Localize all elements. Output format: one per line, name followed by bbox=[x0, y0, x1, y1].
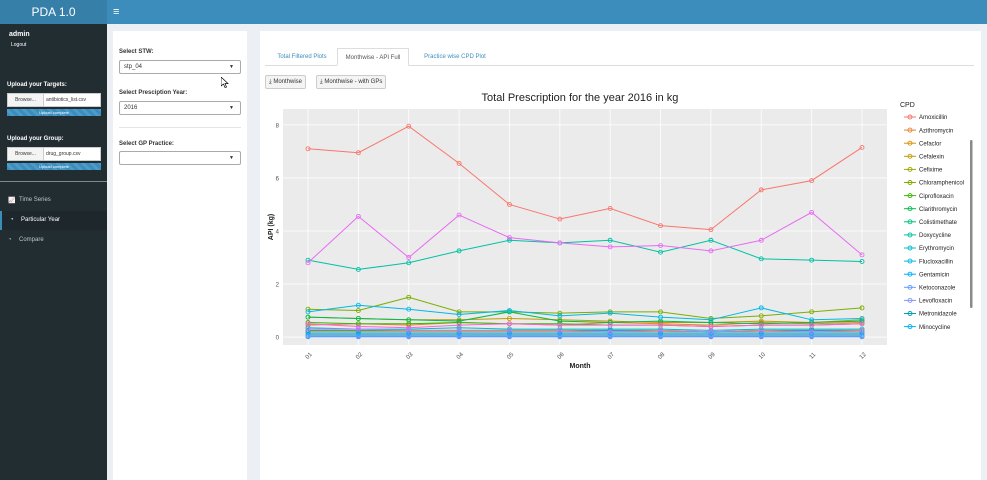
year-label: Select Presciption Year: bbox=[119, 90, 188, 96]
x-tick-label: 11 bbox=[809, 352, 818, 361]
tab-total-filtered-plots[interactable]: Total Filtered Plots bbox=[267, 48, 337, 66]
stw-value: stp_04 bbox=[124, 64, 143, 70]
download-monthwise-gps-label: Monthwise - with GPs bbox=[324, 79, 383, 85]
practice-select[interactable]: ▼ bbox=[119, 151, 241, 165]
y-tick-label: 2 bbox=[276, 283, 280, 289]
y-tick-label: 4 bbox=[276, 229, 280, 235]
legend-entry: Erythromycin bbox=[919, 246, 954, 252]
legend-entry: Cefaclor bbox=[919, 141, 941, 147]
legend-entry: Minocycline bbox=[919, 325, 951, 331]
y-tick-label: 0 bbox=[276, 336, 280, 342]
group-browse-button[interactable]: Browse... bbox=[8, 148, 44, 160]
x-tick-label: 08 bbox=[657, 351, 666, 360]
x-tick-label: 09 bbox=[708, 351, 717, 360]
sidebar-toggle-icon[interactable]: ≡ bbox=[113, 5, 119, 19]
sidebar-item-label: Particular Year bbox=[21, 217, 61, 223]
x-tick-label: 03 bbox=[406, 351, 415, 360]
download-icon: ⤓ bbox=[320, 79, 323, 85]
legend-title: CPD bbox=[900, 102, 915, 109]
app-title: PDA 1.0 bbox=[0, 0, 107, 24]
legend-entry: Clarithromycin bbox=[919, 207, 957, 213]
pie-chart-icon: ◔ bbox=[10, 217, 14, 223]
sidebar-item-time-series[interactable]: 📈 Time Series bbox=[0, 191, 107, 210]
sidebar-item-particular-year[interactable]: ◔ Particular Year bbox=[0, 211, 107, 230]
tab-practice-wise-cpd-plot[interactable]: Practice wise CPD Plot bbox=[411, 48, 499, 66]
legend-entry: Colistimethate bbox=[919, 220, 958, 226]
targets-upload-label: Upload your Targets: bbox=[7, 82, 67, 88]
targets-file-name: antibiotics_list.csv bbox=[46, 97, 87, 103]
chart-title: Total Prescription for the year 2016 in … bbox=[482, 92, 679, 104]
x-tick-label: 12 bbox=[859, 351, 868, 360]
x-tick-label: 01 bbox=[305, 351, 314, 360]
legend-entry: Ketoconazole bbox=[919, 286, 956, 292]
group-upload-progress: Upload complete bbox=[7, 163, 101, 170]
tab-bar: Total Filtered Plots Monthwise - API Ful… bbox=[265, 48, 974, 66]
legend-entry: Levofloxacin bbox=[919, 299, 952, 305]
targets-browse-button[interactable]: Browse... bbox=[8, 94, 44, 106]
y-tick-label: 8 bbox=[276, 123, 280, 129]
prescription-line-chart: Total Prescription for the year 2016 in … bbox=[268, 92, 973, 370]
legend-entry: Cefixime bbox=[919, 168, 943, 174]
x-tick-label: 04 bbox=[456, 351, 465, 360]
chevron-down-icon: ▼ bbox=[229, 155, 234, 161]
sidebar-item-compare[interactable]: ◔ Compare bbox=[0, 231, 107, 250]
download-monthwise-button[interactable]: ⤓ Monthwise bbox=[265, 75, 307, 89]
filter-panel: Select STW: stp_04 ▼ Select Presciption … bbox=[113, 31, 247, 480]
sidebar-divider bbox=[0, 181, 107, 182]
top-header bbox=[0, 0, 987, 24]
sidebar-item-label: Time Series bbox=[19, 197, 51, 203]
group-upload-label: Upload your Group: bbox=[7, 136, 64, 142]
y-tick-label: 6 bbox=[276, 176, 280, 182]
group-file-input[interactable]: Browse... drug_group.csv bbox=[7, 147, 101, 161]
x-tick-label: 05 bbox=[506, 351, 515, 360]
download-icon: ⤓ bbox=[269, 79, 272, 85]
download-monthwise-gps-button[interactable]: ⤓ Monthwise - with GPs bbox=[316, 75, 387, 89]
legend-entry: Amoxicillin bbox=[919, 115, 947, 121]
chevron-down-icon: ▼ bbox=[229, 64, 234, 70]
pie-chart-icon: ◔ bbox=[8, 237, 12, 243]
tab-monthwise-api-full[interactable]: Monthwise - API Full bbox=[337, 48, 409, 66]
year-value: 2016 bbox=[124, 105, 138, 111]
targets-upload-progress: Upload complete bbox=[7, 109, 101, 116]
line-chart-icon: 📈 bbox=[8, 198, 16, 204]
chevron-down-icon: ▼ bbox=[229, 105, 234, 111]
stw-select[interactable]: stp_04 ▼ bbox=[119, 60, 241, 74]
group-file-name: drug_group.csv bbox=[46, 151, 81, 157]
stw-label: Select STW: bbox=[119, 49, 154, 55]
mouse-cursor-icon bbox=[221, 77, 229, 88]
sidebar: admin Logout Upload your Targets: Browse… bbox=[0, 24, 107, 480]
legend-entry: Metronidazole bbox=[919, 312, 957, 318]
logout-link[interactable]: Logout bbox=[11, 42, 26, 48]
x-tick-label: 10 bbox=[758, 351, 767, 360]
legend-scrollbar[interactable] bbox=[970, 140, 973, 308]
legend-entry: Gentamicin bbox=[919, 272, 949, 278]
legend-entry: Cefalexin bbox=[919, 155, 944, 161]
legend-entry: Chloramphenicol bbox=[919, 181, 964, 187]
x-tick-label: 07 bbox=[607, 351, 616, 360]
divider bbox=[119, 127, 241, 128]
x-tick-label: 02 bbox=[355, 351, 364, 360]
download-monthwise-label: Monthwise bbox=[273, 79, 303, 85]
x-axis-label: Month bbox=[570, 363, 591, 370]
x-tick-label: 06 bbox=[557, 351, 566, 360]
legend-entry: Flucloxacillin bbox=[919, 259, 953, 265]
practice-label: Select GP Practice: bbox=[119, 141, 174, 147]
y-axis-label: API (kg) bbox=[268, 214, 275, 240]
targets-file-input[interactable]: Browse... antibiotics_list.csv bbox=[7, 93, 101, 107]
legend-entry: Ciprofloxacin bbox=[919, 194, 954, 200]
sidebar-item-label: Compare bbox=[19, 237, 44, 243]
year-select[interactable]: 2016 ▼ bbox=[119, 101, 241, 115]
legend-entry: Azithromycin bbox=[919, 128, 953, 134]
legend-entry: Doxycycline bbox=[919, 233, 952, 239]
username: admin bbox=[9, 31, 30, 38]
